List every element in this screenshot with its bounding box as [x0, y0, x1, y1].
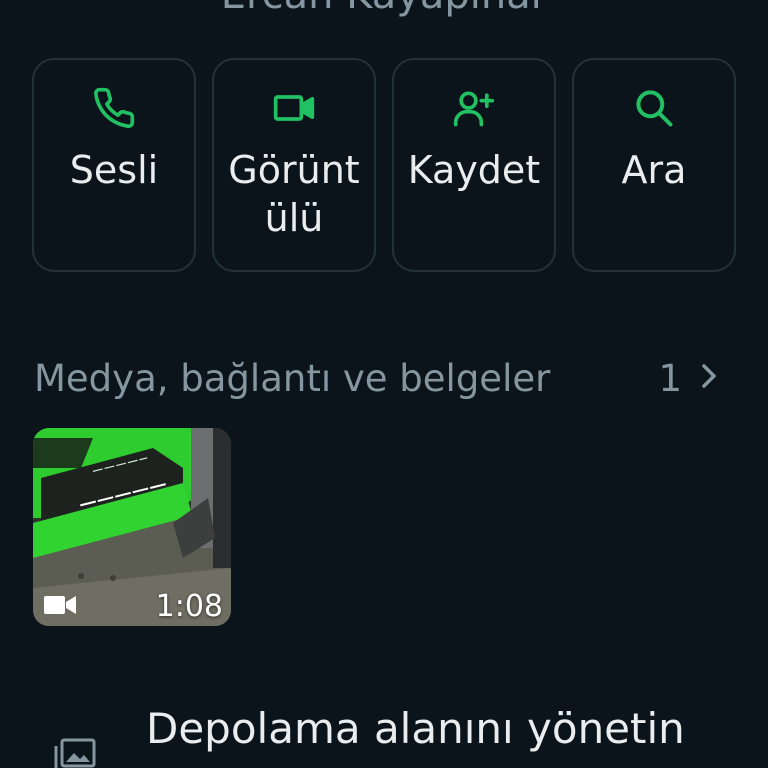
search-icon — [632, 86, 676, 130]
video-call-label: Görüntülü — [228, 148, 360, 240]
media-count: 1 — [658, 356, 682, 400]
action-buttons: Sesli Görüntülü Kaydet Ara — [32, 58, 736, 272]
manage-storage-label: Depolama alanını yönetin — [146, 704, 685, 753]
add-contact-icon — [452, 86, 496, 130]
contact-name: Ercan Kayapınar — [0, 0, 768, 18]
video-duration: 1:08 — [155, 589, 223, 624]
media-count-group: 1 — [658, 357, 720, 400]
storage-icon — [54, 738, 96, 768]
voice-call-button[interactable]: Sesli — [32, 58, 196, 272]
save-contact-label: Kaydet — [407, 148, 541, 192]
media-thumbnail-video[interactable]: 1:08 — [33, 428, 231, 626]
manage-storage-row[interactable]: Depolama alanını yönetin — [0, 700, 768, 768]
contact-info-screen: Ercan Kayapınar Sesli Görüntülü — [0, 0, 768, 768]
video-icon — [272, 86, 316, 130]
media-links-docs-row[interactable]: Medya, bağlantı ve belgeler 1 — [34, 350, 734, 406]
video-camera-icon — [44, 596, 76, 614]
chevron-right-icon — [698, 361, 720, 395]
search-button[interactable]: Ara — [572, 58, 736, 272]
save-contact-button[interactable]: Kaydet — [392, 58, 556, 272]
voice-call-label: Sesli — [69, 148, 159, 192]
media-section-title: Medya, bağlantı ve belgeler — [34, 356, 551, 400]
video-call-button[interactable]: Görüntülü — [212, 58, 376, 272]
phone-icon — [92, 86, 136, 130]
search-label: Ara — [621, 148, 687, 192]
